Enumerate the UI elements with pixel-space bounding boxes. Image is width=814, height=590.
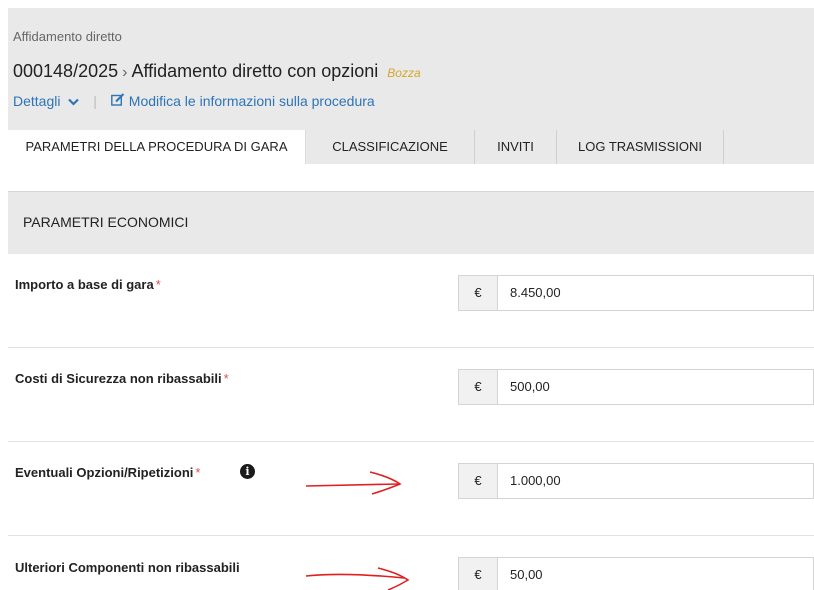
currency-addon: € [459, 370, 498, 404]
header-links: Dettagli | Modifica le informazioni sull… [13, 93, 375, 109]
annotation-arrow [305, 567, 410, 590]
costi-sicurezza-input[interactable]: € 500,00 [458, 369, 814, 405]
required-marker: * [223, 371, 229, 386]
section-header: PARAMETRI ECONOMICI [8, 191, 814, 254]
info-icon[interactable]: i [240, 464, 255, 479]
field-label-ulteriori-componenti: Ulteriori Componenti non ribassabili [15, 560, 242, 575]
breadcrumb[interactable]: Affidamento diretto [13, 29, 122, 44]
ulteriori-componenti-value[interactable]: 50,00 [510, 558, 543, 590]
tab-bar: PARAMETRI DELLA PROCEDURA DI GARA CLASSI… [8, 130, 814, 164]
details-link[interactable]: Dettagli [13, 93, 83, 109]
procedure-title: Affidamento diretto con opzioni [131, 61, 379, 81]
link-separator: | [93, 93, 97, 109]
currency-addon: € [459, 276, 498, 310]
opzioni-value[interactable]: 1.000,00 [510, 464, 561, 498]
required-marker: * [155, 277, 161, 292]
field-label-opzioni: Eventuali Opzioni/Ripetizioni * [15, 465, 200, 480]
required-marker: * [195, 465, 201, 480]
procedure-page: Affidamento diretto 000148/2025 › Affidame… [0, 0, 814, 590]
currency-addon: € [459, 558, 498, 590]
chevron-right-icon: › [122, 64, 128, 81]
field-label-text: Costi di Sicurezza non ribassabili [15, 371, 222, 386]
tab-classificazione[interactable]: CLASSIFICAZIONE [306, 130, 475, 164]
importo-input[interactable]: € 8.450,00 [458, 275, 814, 311]
page-title: 000148/2025 › Affidamento diretto con opzi… [13, 61, 421, 82]
field-label-importo: Importo a base di gara * [15, 277, 161, 292]
edit-icon [110, 93, 125, 109]
currency-addon: € [459, 464, 498, 498]
field-label-costi-sicurezza: Costi di Sicurezza non ribassabili * [15, 371, 229, 386]
row-divider [8, 441, 814, 442]
section-title: PARAMETRI ECONOMICI [23, 214, 189, 230]
status-badge: Bozza [387, 66, 421, 80]
tab-parametri-procedura[interactable]: PARAMETRI DELLA PROCEDURA DI GARA [8, 130, 306, 164]
field-label-text: Ulteriori Componenti non ribassabili [15, 560, 240, 575]
row-divider [8, 347, 814, 348]
procedure-number: 000148/2025 [13, 61, 119, 81]
procedure-header: Affidamento diretto 000148/2025 › Affidame… [8, 8, 814, 130]
tab-log-trasmissioni[interactable]: LOG TRASMISSIONI [557, 130, 724, 164]
field-label-text: Importo a base di gara [15, 277, 154, 292]
edit-procedure-link[interactable]: Modifica le informazioni sulla procedura [110, 93, 375, 109]
row-divider [8, 535, 814, 536]
importo-value[interactable]: 8.450,00 [510, 276, 561, 310]
opzioni-input[interactable]: € 1.000,00 [458, 463, 814, 499]
chevron-down-icon [68, 97, 80, 109]
details-link-label: Dettagli [13, 93, 61, 109]
tab-inviti[interactable]: INVITI [475, 130, 557, 164]
edit-link-label: Modifica le informazioni sulla procedura [128, 93, 375, 109]
annotation-arrow [305, 471, 402, 495]
ulteriori-componenti-input[interactable]: € 50,00 [458, 557, 814, 590]
field-label-text: Eventuali Opzioni/Ripetizioni [15, 465, 194, 480]
costi-sicurezza-value[interactable]: 500,00 [510, 370, 550, 404]
